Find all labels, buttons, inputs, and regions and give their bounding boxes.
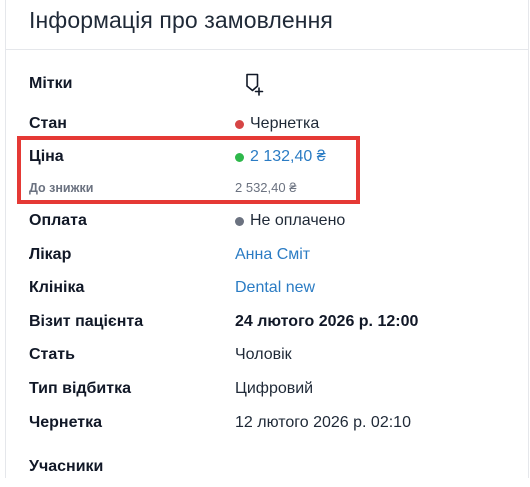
row-gender: Стать Чоловік [29,345,528,375]
panel-title: Інформація про замовлення [29,7,333,33]
tags-label: Мітки [29,75,73,92]
patient-visit-value: 24 лютого 2026 р. 12:00 [235,313,419,330]
row-doctor: Лікар Анна Сміт [29,245,528,275]
before-discount-value: 2 532,40 ₴ [235,180,297,195]
tag-add-icon [246,73,264,96]
impression-type-value: Цифровий [235,380,314,397]
participants-label: Учасники [29,458,104,475]
status-text: Чернетка [250,115,320,132]
payment-dot [235,216,244,226]
price-dot [235,152,244,162]
payment-value: Не оплачено [235,211,345,231]
price-value[interactable]: 2 132,40 ₴ [235,147,326,167]
row-status: Стан Чернетка [29,114,528,144]
status-label: Стан [29,115,67,132]
status-value: Чернетка [235,114,319,134]
order-info-panel: Інформація про замовлення Мітки Стан Чер… [5,0,529,478]
status-dot [235,119,244,129]
clinic-label: Клініка [29,279,85,296]
payment-label: Оплата [29,212,87,229]
add-tag-button[interactable] [241,70,267,98]
row-payment: Оплата Не оплачено [29,211,528,241]
panel-header: Інформація про замовлення [6,0,528,50]
row-tags: Мітки [29,73,528,104]
row-price: Ціна 2 132,40 ₴ [29,147,528,177]
payment-text: Не оплачено [250,212,346,229]
row-patient-visit: Візит пацієнта 24 лютого 2026 р. 12:00 [29,312,528,342]
doctor-label: Лікар [29,246,72,263]
patient-visit-label: Візит пацієнта [29,313,144,330]
before-discount-label: До знижки [29,181,94,195]
row-clinic: Клініка Dental new [29,278,528,308]
draft-value: 12 лютого 2026 р. 02:10 [235,414,411,431]
doctor-link[interactable]: Анна Сміт [235,245,310,265]
gender-label: Стать [29,346,75,363]
row-participants: Учасники [29,457,528,487]
price-label: Ціна [29,148,64,165]
row-price-before-discount: До знижки 2 532,40 ₴ [29,179,528,209]
draft-label: Чернетка [29,414,103,431]
impression-type-label: Тип відбитка [29,380,132,397]
price-text: 2 132,40 ₴ [250,148,326,165]
row-draft: Чернетка 12 лютого 2026 р. 02:10 [29,413,528,443]
row-impression-type: Тип відбитка Цифровий [29,379,528,409]
gender-value: Чоловік [235,346,292,363]
clinic-link[interactable]: Dental new [235,278,315,298]
